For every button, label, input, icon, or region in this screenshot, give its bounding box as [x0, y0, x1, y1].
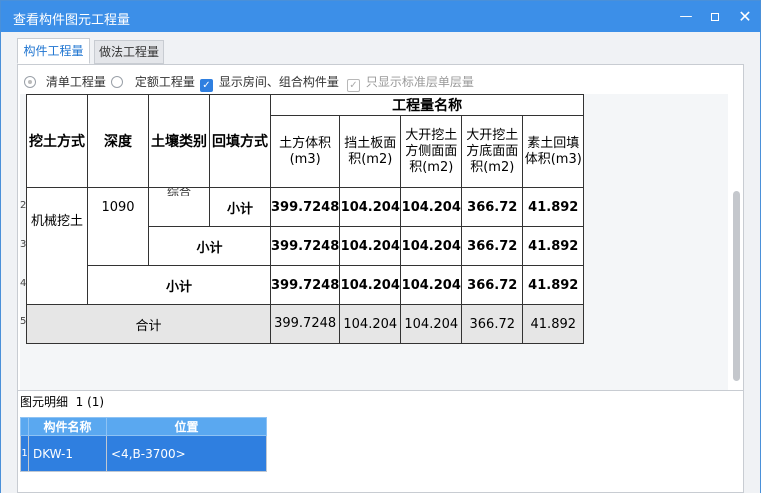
quantity-table: 挖土方式 深度 土壤类别 回填方式 工程量名称 土方体积(m3) 挡土板面积(m…: [26, 94, 585, 344]
header-quantity-group: 工程量名称: [269, 94, 585, 116]
cell-value: 104.204: [339, 226, 402, 266]
header-bottom-area: 大开挖土方底面面积(m2): [461, 115, 524, 188]
title-bar[interactable]: 查看构件图元工程量 — ✕: [1, 1, 760, 32]
cell-total-label: 合计: [26, 304, 271, 344]
cell-value: 366.72: [461, 226, 524, 266]
cell-subtotal: 小计: [209, 187, 271, 227]
cell-value: 366.72: [461, 187, 524, 227]
cell-value: 41.892: [522, 187, 585, 227]
cell-value: 104.204: [339, 187, 402, 227]
cell-value: 41.892: [522, 226, 585, 266]
detail-table: 构件名称 位置 1 DKW-1 <4,B-3700>: [20, 417, 267, 472]
cell-value: 104.204: [400, 226, 463, 266]
detail-panel: 图元明细 1 (1) 构件名称 位置 1 DKW-1 <4,B-3700>: [17, 390, 744, 493]
header-backfill: 回填方式: [209, 94, 271, 188]
detail-title: 图元明细 1 (1): [20, 395, 105, 409]
cell-method: 机械挖土: [26, 187, 88, 305]
cell-position[interactable]: <4,B-3700>: [106, 435, 267, 472]
cell-total-value: 366.72: [461, 304, 524, 344]
tab-method-quantity[interactable]: 做法工程量: [94, 40, 164, 64]
tab-component-quantity[interactable]: 构件工程量: [17, 38, 90, 64]
cell-soil: 综合: [148, 187, 210, 227]
cell-value: 399.7248: [269, 226, 341, 266]
row-number: 1: [20, 435, 29, 472]
vertical-scrollbar[interactable]: [731, 91, 741, 406]
checkbox-standard-floor[interactable]: ✓ 只显示标准层单层量: [347, 73, 474, 92]
radio-icon[interactable]: [111, 76, 123, 88]
window: 查看构件图元工程量 — ✕ 构件工程量 做法工程量 清单工程量 定额工程量 ✓: [0, 0, 761, 493]
header-soil: 土壤类别: [148, 94, 210, 188]
radio-icon[interactable]: [24, 76, 36, 88]
cell-subtotal: 小计: [148, 226, 271, 266]
cell-total-value: 104.204: [339, 304, 402, 344]
dialog-body: 构件工程量 做法工程量 清单工程量 定额工程量 ✓ 显示房间、组合构件量 ✓ 只…: [1, 32, 760, 493]
checkbox-disabled-icon: ✓: [347, 79, 360, 92]
minimize-icon[interactable]: —: [676, 7, 696, 27]
maximize-icon[interactable]: [705, 7, 725, 27]
table-row[interactable]: 1 DKW-1 <4,B-3700>: [20, 435, 267, 472]
quantity-grid[interactable]: 2 3 4 5 挖土方式 深度 土壤类别 回填方式 工程量名称 土方体积(m3)…: [20, 94, 728, 394]
column-header-position[interactable]: 位置: [106, 417, 267, 436]
quantity-panel: 清单工程量 定额工程量 ✓ 显示房间、组合构件量 ✓ 只显示标准层单层量 2 3: [17, 64, 744, 407]
radio-list-quantity[interactable]: 清单工程量: [24, 73, 106, 90]
header-method: 挖土方式: [26, 94, 88, 188]
checkbox-show-rooms[interactable]: ✓ 显示房间、组合构件量: [200, 73, 339, 92]
detail-count: 1 (1): [75, 395, 105, 409]
column-header-name[interactable]: 构件名称: [28, 417, 107, 436]
header-backfill-volume: 素土回填体积(m3): [522, 115, 585, 188]
cell-value: 104.204: [339, 265, 402, 305]
cell-subtotal: 小计: [87, 265, 271, 305]
cell-component-name[interactable]: DKW-1: [28, 435, 107, 472]
cell-value: 366.72: [461, 265, 524, 305]
window-title: 查看构件图元工程量: [13, 13, 131, 28]
header-depth: 深度: [87, 94, 149, 188]
header-side-area: 大开挖土方侧面面积(m2): [400, 115, 463, 188]
scrollbar-thumb[interactable]: [733, 191, 740, 381]
cell-value: 399.7248: [269, 265, 341, 305]
checkbox-checked-icon[interactable]: ✓: [200, 79, 213, 92]
cell-total-value: 41.892: [522, 304, 585, 344]
cell-value: 104.204: [400, 187, 463, 227]
close-icon[interactable]: ✕: [735, 7, 755, 27]
cell-value: 41.892: [522, 265, 585, 305]
cell-value: 399.7248: [269, 187, 341, 227]
cell-total-value: 399.7248: [269, 304, 341, 344]
detail-corner: [20, 417, 29, 436]
cell-total-value: 104.204: [400, 304, 463, 344]
header-earth-volume: 土方体积(m3): [269, 115, 341, 188]
cell-value: 104.204: [400, 265, 463, 305]
radio-quota-quantity[interactable]: 定额工程量: [111, 73, 195, 90]
header-board-area: 挡土板面积(m2): [339, 115, 402, 188]
cell-depth: 1090: [87, 187, 149, 266]
